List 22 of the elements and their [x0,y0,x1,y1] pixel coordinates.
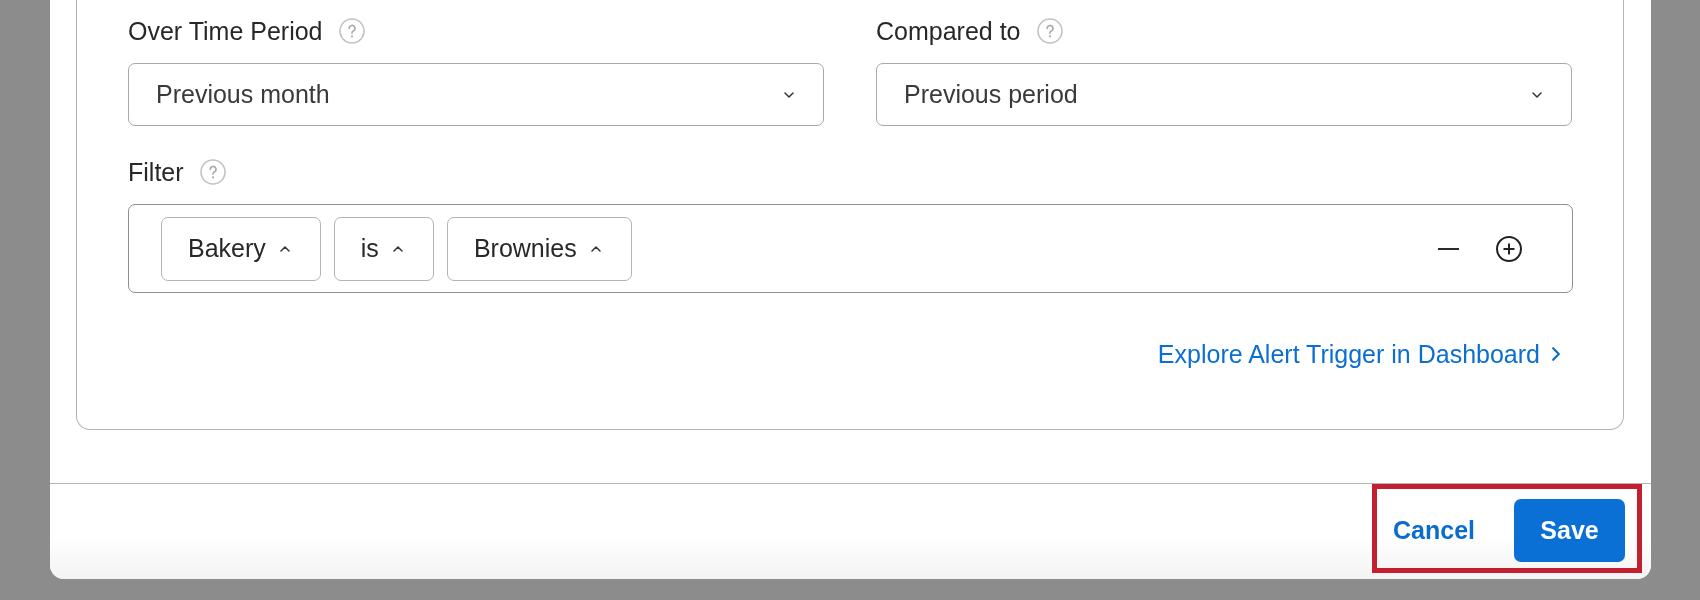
help-icon[interactable] [1036,18,1063,44]
caret-up-icon [590,245,601,252]
help-icon[interactable] [338,18,365,44]
filter-dropdown[interactable]: Bakery [161,216,321,281]
caret-up-icon [392,245,403,252]
cancel-button[interactable]: Cancel [1385,499,1483,562]
chevron-down-icon [784,91,794,98]
help-icon[interactable] [199,159,226,185]
dashboard-link[interactable]: Explore Alert Trigger in Dashboard [1157,339,1560,369]
field-label: Filter [128,157,184,187]
chevron-down-icon [1532,91,1542,98]
dropdown[interactable]: Previous period [876,63,1572,126]
field-label: Compared to [876,16,1021,46]
chevron-right-icon [1552,347,1560,361]
minus-icon[interactable] [1438,247,1459,250]
plus-circle-icon[interactable] [1496,235,1522,262]
save-button[interactable]: Save [1514,499,1625,562]
dropdown[interactable]: Previous month [128,63,824,126]
caret-up-icon [279,245,290,252]
field-label: Over Time Period [128,16,323,46]
filter-dropdown[interactable]: is [333,216,434,281]
filter-dropdown[interactable]: Brownies [446,216,632,281]
